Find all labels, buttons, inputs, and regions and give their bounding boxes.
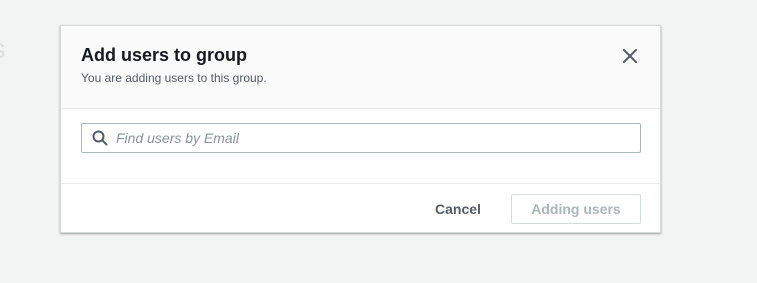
add-users-dialog: Add users to group You are adding users … [60,25,661,233]
search-box[interactable] [81,123,641,153]
close-icon [623,49,637,63]
close-button[interactable] [619,45,641,67]
dialog-title: Add users to group [81,45,247,65]
adding-users-button[interactable]: Adding users [511,194,641,224]
cancel-button[interactable]: Cancel [421,194,495,224]
search-icon [92,130,108,146]
search-users-input[interactable] [116,124,636,152]
background-page-heading: ils [0,33,6,65]
dialog-footer: Cancel Adding users [61,183,660,233]
dialog-subtitle: You are adding users to this group. [81,71,267,85]
dialog-header: Add users to group You are adding users … [61,26,660,109]
dialog-body [61,109,660,183]
